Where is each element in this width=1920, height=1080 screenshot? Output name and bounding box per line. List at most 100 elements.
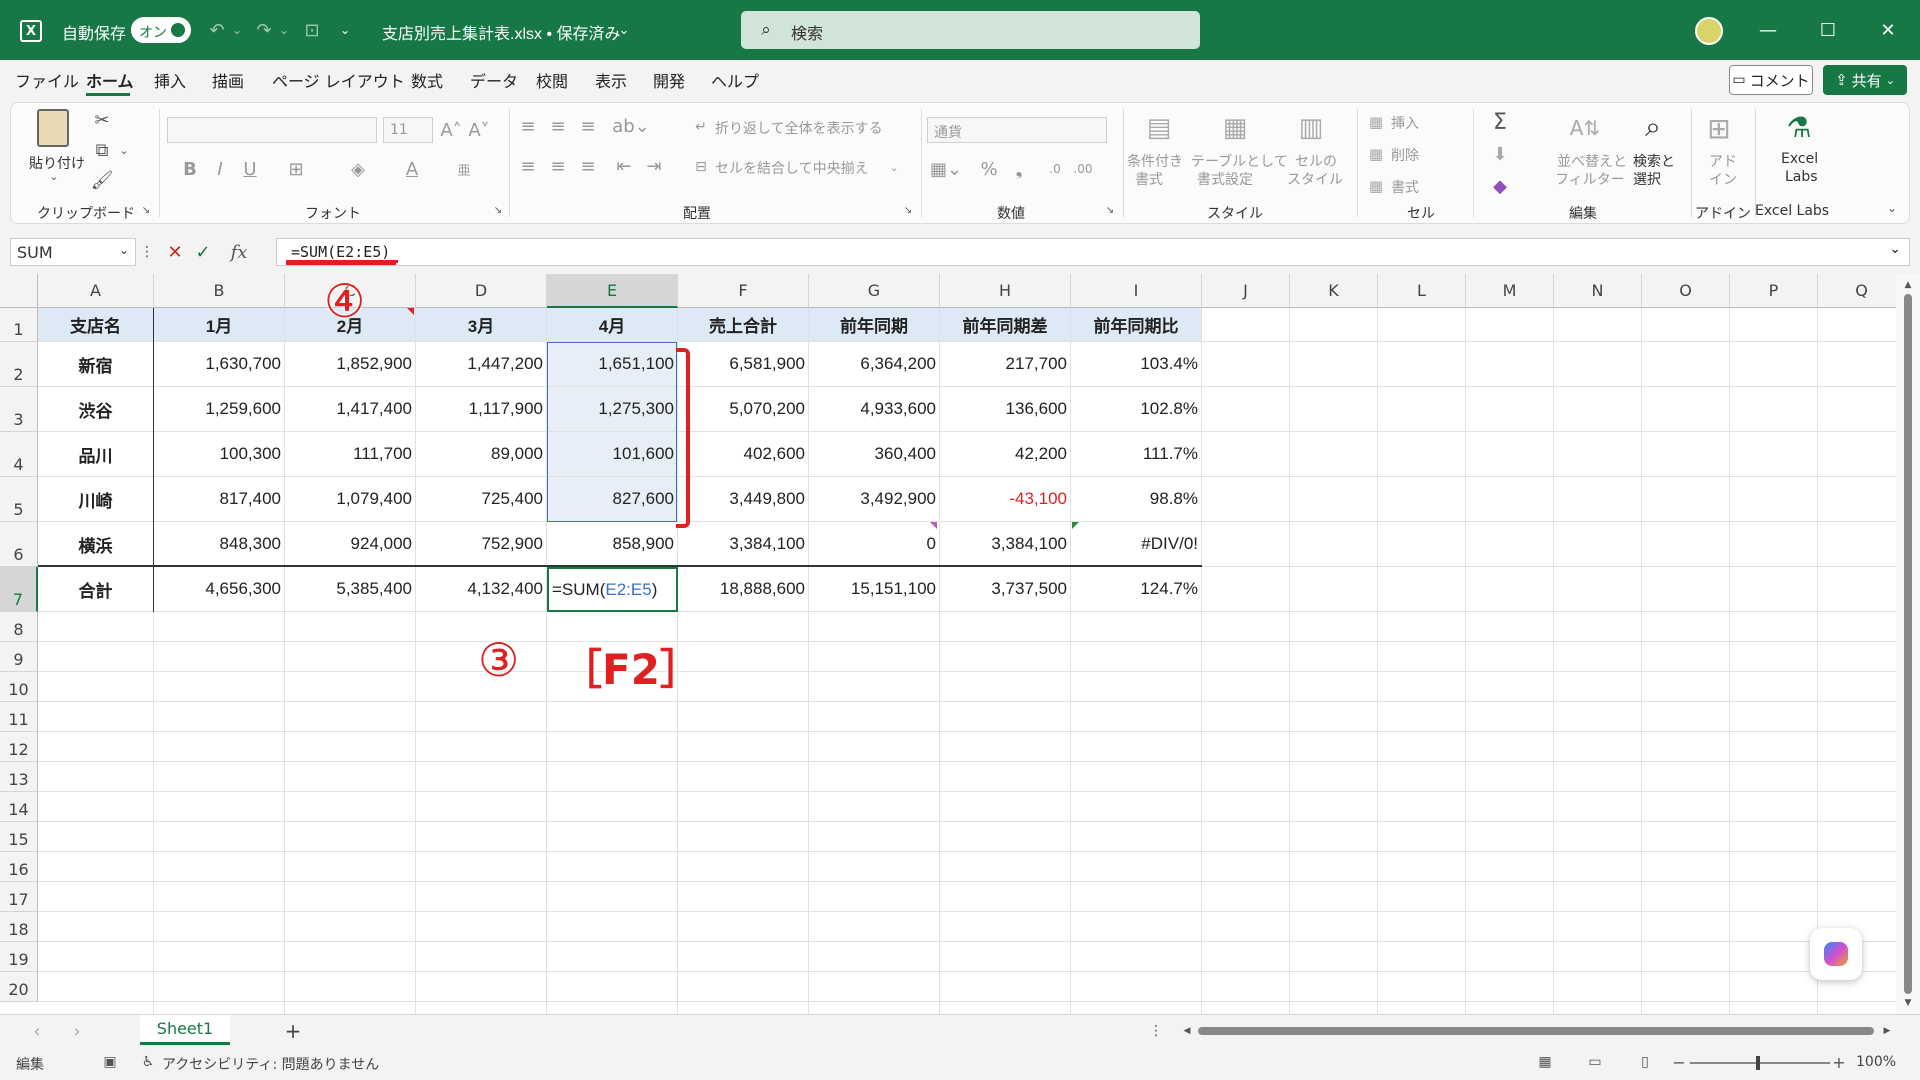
share-button[interactable]: ⇪ 共有 ⌄ xyxy=(1823,65,1907,95)
customize-qat-icon[interactable]: ⌄ xyxy=(336,18,354,42)
add-sheet-icon[interactable]: + xyxy=(282,1019,304,1043)
decrease-decimal-icon[interactable]: .00 xyxy=(1071,157,1095,181)
excel-labs-icon[interactable]: ⚗ xyxy=(1781,109,1817,145)
column-header-i[interactable]: I xyxy=(1071,274,1202,308)
cancel-formula-icon[interactable]: ✕ xyxy=(164,240,186,264)
row-header-20[interactable]: 20 xyxy=(0,972,38,1002)
cell-h6[interactable]: 3,384,100 xyxy=(940,522,1070,566)
cell-d1[interactable]: 3月 xyxy=(416,308,546,341)
row-header-9[interactable]: 9 xyxy=(0,642,38,672)
page-break-view-icon[interactable]: ▯ xyxy=(1635,1052,1655,1072)
cell-b6[interactable]: 848,300 xyxy=(154,522,284,566)
format-cells-icon[interactable]: ▦ xyxy=(1365,175,1387,197)
insert-cells-label[interactable]: 挿入 xyxy=(1391,113,1419,133)
tab-developer[interactable]: 開発 xyxy=(653,68,685,92)
name-box[interactable]: SUM ⌄ xyxy=(10,238,136,266)
cell-h1[interactable]: 前年同期差 xyxy=(940,308,1070,341)
fill-color-icon[interactable]: ◈ xyxy=(345,157,371,181)
chevron-down-icon[interactable]: ⌄ xyxy=(230,18,244,42)
borders-icon[interactable]: ⊞ xyxy=(283,157,309,181)
sort-filter-label-1[interactable]: 並べ替えと xyxy=(1557,151,1627,171)
dialog-launcher-icon[interactable]: ↘ xyxy=(1103,203,1117,217)
dialog-launcher-icon[interactable]: ↘ xyxy=(139,203,153,217)
cell-b5[interactable]: 817,400 xyxy=(154,477,284,521)
increase-font-icon[interactable]: A˄ xyxy=(439,117,463,143)
font-name-dropdown[interactable] xyxy=(167,117,377,143)
cell-c4[interactable]: 111,700 xyxy=(285,432,415,476)
bold-icon[interactable]: B xyxy=(179,157,201,181)
chevron-down-icon[interactable]: ⌄ xyxy=(277,18,291,42)
cell-c5[interactable]: 1,079,400 xyxy=(285,477,415,521)
column-header-f[interactable]: F xyxy=(678,274,809,308)
row-header-4[interactable]: 4 xyxy=(0,432,38,477)
note-indicator[interactable] xyxy=(930,522,937,529)
row-header-2[interactable]: 2 xyxy=(0,342,38,387)
find-select-label-1[interactable]: 検索と xyxy=(1633,151,1675,171)
percent-icon[interactable]: % xyxy=(977,157,1001,181)
scroll-left-icon[interactable]: ◀ xyxy=(1180,1024,1194,1038)
delete-cells-icon[interactable]: ▦ xyxy=(1365,143,1387,165)
row-header-6[interactable]: 6 xyxy=(0,522,38,567)
undo-icon[interactable]: ↶ xyxy=(205,18,229,42)
addins-label-1[interactable]: アド xyxy=(1709,151,1737,171)
conditional-format-label-2[interactable]: 書式 xyxy=(1135,169,1163,189)
copilot-button[interactable] xyxy=(1810,928,1862,980)
scroll-right-icon[interactable]: ▶ xyxy=(1880,1024,1894,1038)
cell-e6[interactable]: 858,900 xyxy=(547,522,677,566)
tab-data[interactable]: データ xyxy=(470,68,518,92)
autosave-toggle[interactable]: オン xyxy=(131,17,191,43)
sort-filter-label-2[interactable]: フィルター xyxy=(1555,169,1625,189)
cell-f3[interactable]: 5,070,200 xyxy=(678,387,808,431)
cell-c6[interactable]: 924,000 xyxy=(285,522,415,566)
increase-indent-icon[interactable]: ⇥ xyxy=(641,153,667,179)
tab-insert[interactable]: 挿入 xyxy=(154,68,186,92)
column-header-m[interactable]: M xyxy=(1466,274,1554,308)
cell-b3[interactable]: 1,259,600 xyxy=(154,387,284,431)
worksheet-grid[interactable]: ABCDEFGHIJKLMNOPQ 1 2 3 4 5 6 7 8 9 10 11 12 13 14 15 1… xyxy=(0,274,1920,1014)
cell-d2[interactable]: 1,447,200 xyxy=(416,342,546,386)
cell-h7[interactable]: 3,737,500 xyxy=(940,567,1070,611)
cell-i2[interactable]: 103.4% xyxy=(1071,342,1201,386)
scroll-thumb[interactable] xyxy=(1904,294,1912,994)
insert-cells-icon[interactable]: ▦ xyxy=(1365,111,1387,133)
format-cells-label[interactable]: 書式 xyxy=(1391,177,1419,197)
cell-c3[interactable]: 1,417,400 xyxy=(285,387,415,431)
cell-styles-icon[interactable]: ▥ xyxy=(1293,111,1329,145)
wrap-text-label[interactable]: 折り返して全体を表示する xyxy=(715,118,883,138)
row-header-13[interactable]: 13 xyxy=(0,762,38,792)
normal-view-icon[interactable]: ▦ xyxy=(1535,1052,1555,1072)
insert-function-icon[interactable]: fx xyxy=(224,240,254,264)
cell-g6[interactable]: 0 xyxy=(809,522,939,566)
ribbon-collapse-icon[interactable]: ⌄ xyxy=(1883,199,1901,217)
cell-f1[interactable]: 売上合計 xyxy=(678,308,808,341)
cell-i4[interactable]: 111.7% xyxy=(1071,432,1201,476)
number-format-dropdown[interactable]: 通貨 xyxy=(927,117,1107,143)
horizontal-scrollbar[interactable]: ◀ ▶ xyxy=(1180,1019,1896,1043)
tab-help[interactable]: ヘルプ xyxy=(711,68,759,92)
vertical-scrollbar[interactable]: ▲ ▼ xyxy=(1896,274,1920,1014)
scroll-thumb[interactable] xyxy=(1198,1027,1874,1035)
row-header-7[interactable]: 7 xyxy=(0,567,38,612)
cell-b4[interactable]: 100,300 xyxy=(154,432,284,476)
align-left-icon[interactable]: ≡ xyxy=(515,153,541,179)
tab-formulas[interactable]: 数式 xyxy=(411,68,443,92)
column-header-b[interactable]: B xyxy=(154,274,285,308)
sheet-tab[interactable]: Sheet1 xyxy=(140,1015,230,1045)
cell-d7[interactable]: 4,132,400 xyxy=(416,567,546,611)
copy-icon[interactable]: ⧉ xyxy=(91,139,113,161)
cell-d5[interactable]: 725,400 xyxy=(416,477,546,521)
underline-icon[interactable]: U xyxy=(239,157,261,181)
zoom-level[interactable]: 100% xyxy=(1856,1054,1896,1070)
cell-h4[interactable]: 42,200 xyxy=(940,432,1070,476)
cell-d6[interactable]: 752,900 xyxy=(416,522,546,566)
excel-labs-label-1[interactable]: Excel xyxy=(1781,151,1818,167)
conditional-format-icon[interactable]: ▤ xyxy=(1141,111,1177,145)
zoom-slider[interactable] xyxy=(1690,1056,1830,1070)
column-header-o[interactable]: O xyxy=(1642,274,1730,308)
zoom-out-icon[interactable]: − xyxy=(1672,1052,1686,1072)
phonetic-icon[interactable]: 亜 xyxy=(451,157,477,181)
cell-i7[interactable]: 124.7% xyxy=(1071,567,1201,611)
cell-a5[interactable]: 川崎 xyxy=(38,477,153,521)
accessibility-icon[interactable]: ♿ xyxy=(138,1052,158,1072)
chevron-right-icon[interactable]: › xyxy=(68,1021,86,1042)
